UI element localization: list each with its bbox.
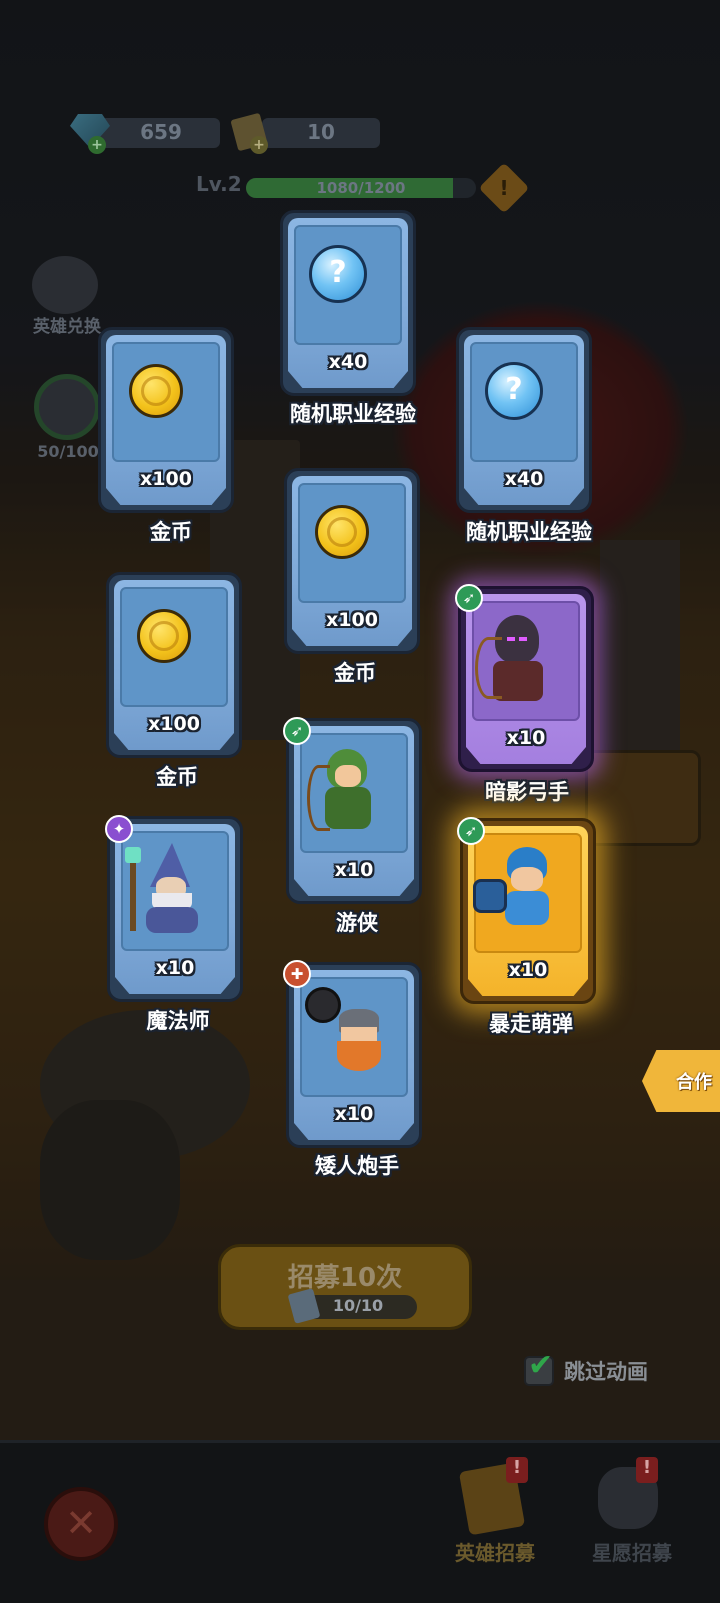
skip-animation-label: 跳过动画 [564,1360,648,1384]
reward-qty: x100 [326,609,378,631]
gem-resource[interactable]: + 659 [66,114,222,154]
nav-wish-recruit-label: 星愿招募 [592,1541,672,1565]
star-progress-widget[interactable]: 50/100 [28,370,108,470]
reward-card-shadow-archer[interactable]: x10 [458,586,594,772]
nav-hero-recruit-label: 英雄招募 [455,1541,535,1565]
reward-card-gold-3[interactable]: x100 [106,572,242,758]
reward-qty: x10 [155,957,195,979]
reward-card-gold-2[interactable]: x100 [284,468,420,654]
reward-label: 随机职业经验 [466,520,592,544]
reward-card-random-exp-1[interactable]: ? x40 [280,210,416,396]
bottom-nav: ✕ ! 英雄招募 ! 星愿招募 [0,1440,720,1603]
ticket-count: 10 [307,120,335,144]
recruit-10-button[interactable]: 招募10次 10/10 [218,1244,472,1330]
question-orb-icon: ? [485,362,543,420]
star-progress-text: 50/100 [37,442,99,461]
coin-icon [315,505,369,559]
reward-qty: x100 [140,468,192,490]
coop-label: 合作 [676,1072,712,1093]
star-icon [34,374,100,440]
hero-exchange-label: 英雄兑换 [33,317,101,337]
berserk-bomber-portrait [473,839,563,939]
reward-card-gold-1[interactable]: x100 [98,327,234,513]
reward-card-dwarf-gunner[interactable]: x10 [286,962,422,1148]
coin-icon [137,609,191,663]
close-icon: ✕ [65,1501,97,1545]
mage-class-icon: ✦ [105,815,133,843]
gem-plus-icon: + [88,136,106,154]
question-orb-icon: ? [309,245,367,303]
reward-qty: x100 [148,713,200,735]
reward-label: 矮人炮手 [315,1154,399,1178]
reward-qty: x10 [334,859,374,881]
shadow-archer-portrait [471,607,561,707]
recruit-button-label: 招募10次 [287,1263,403,1293]
reward-label: 暗影弓手 [485,780,569,804]
reward-card-berserk-bomber[interactable]: x10 [460,818,596,1004]
alert-icon[interactable]: ! [478,162,530,214]
archer-class-icon: ➶ [283,717,311,745]
level-label: Lv.2 [196,172,242,196]
reward-card-mage[interactable]: x10 [107,816,243,1002]
reward-label: 金币 [334,661,376,685]
xp-text: 1080/1200 [316,179,406,197]
reward-card-ranger[interactable]: x10 [286,718,422,904]
reward-label: 暴走萌弹 [489,1012,573,1036]
reward-card-random-exp-2[interactable]: ? x40 [456,327,592,513]
reward-qty: x10 [334,1103,374,1125]
nav-alert-badge: ! [506,1457,528,1483]
dwarf-gunner-portrait [299,983,389,1083]
ticket-resource[interactable]: + 10 [230,112,382,154]
nav-hero-recruit[interactable]: ! 英雄招募 [440,1457,550,1577]
reward-label: 金币 [150,520,192,544]
xp-bar: 1080/1200 [246,178,476,198]
coin-icon [129,364,183,418]
close-button[interactable]: ✕ [44,1487,118,1561]
reward-label: 金币 [156,765,198,789]
reward-qty: x40 [504,468,544,490]
nav-wish-recruit[interactable]: ! 星愿招募 [572,1457,692,1577]
checkmark-icon: ✔ [528,1348,554,1383]
reward-qty: x10 [506,727,546,749]
hero-exchange-button[interactable]: 英雄兑换 [22,256,112,337]
archer-class-icon: ➶ [455,584,483,612]
reward-label: 游侠 [336,911,378,935]
nav-alert-badge: ! [636,1457,658,1483]
ranger-portrait [299,739,389,839]
warrior-class-icon: ✚ [283,960,311,988]
reward-label: 随机职业经验 [290,402,416,426]
reward-qty: x40 [328,351,368,373]
skip-animation-checkbox[interactable]: ✔ 跳过动画 [524,1348,674,1388]
coop-side-tab[interactable]: 合作 [642,1050,720,1112]
archer-class-icon: ➶ [457,817,485,845]
helmet-icon [32,256,98,314]
reward-qty: x10 [508,959,548,981]
gem-count: 659 [140,120,182,144]
reward-label: 魔法师 [146,1009,210,1033]
mage-portrait [120,837,210,937]
